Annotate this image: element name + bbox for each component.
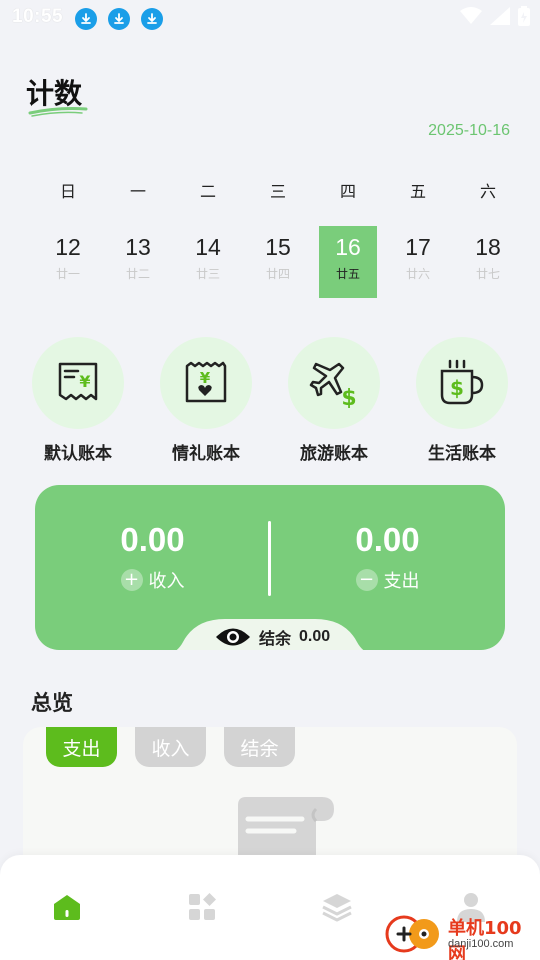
calendar-day[interactable]: 18 廿七 xyxy=(453,226,523,298)
signal-icon xyxy=(490,7,510,25)
income-label: 收入 xyxy=(148,571,185,592)
watermark-logo-icon xyxy=(385,915,439,953)
weekday-label: 五 xyxy=(409,182,426,201)
expense-amount: 0.00 xyxy=(355,521,420,558)
balance-amount: 0.00 xyxy=(299,628,331,645)
home-icon[interactable] xyxy=(51,891,83,923)
calendar-day[interactable]: 12 廿一 xyxy=(33,226,103,298)
watermark-url: danji100.com xyxy=(448,938,514,950)
overview-title: 总览 xyxy=(31,691,73,715)
book-label: 生活账本 xyxy=(428,444,496,464)
balance-summary[interactable]: 结余 0.00 xyxy=(215,625,330,649)
weekday-label: 四 xyxy=(339,182,356,201)
day-number: 12 xyxy=(55,234,81,260)
calendar-day[interactable]: 14 廿三 xyxy=(173,226,243,298)
overview-tabs: 支出 收入 结余 xyxy=(46,727,295,767)
weekday-label: 六 xyxy=(479,182,496,201)
plus-icon: + xyxy=(120,569,143,591)
calendar-day-selected[interactable]: 16 廿五 xyxy=(319,226,377,298)
lunar-date: 廿二 xyxy=(125,267,150,281)
title-underline xyxy=(28,107,88,117)
svg-text:¥: ¥ xyxy=(79,372,90,391)
watermark: 单机100网 danji100.com xyxy=(384,908,534,960)
book-icon-circle: ¥ xyxy=(160,337,252,429)
income-amount: 0.00 xyxy=(120,521,185,558)
day-number: 17 xyxy=(405,234,431,260)
weekday-label: 一 xyxy=(129,182,146,201)
tab-expense[interactable]: 支出 xyxy=(46,727,117,767)
day-number: 13 xyxy=(125,234,151,260)
download-icon xyxy=(75,8,97,30)
lunar-date: 廿四 xyxy=(265,267,290,281)
book-icon-circle: $ xyxy=(416,337,508,429)
empty-receipt-illustration xyxy=(238,797,334,855)
selected-date[interactable]: 2025-10-16 xyxy=(428,122,510,140)
svg-text:$: $ xyxy=(341,386,356,408)
weekday-label: 三 xyxy=(269,182,286,201)
summary-card: 0.00 + 收入 0.00 − 支出 结余 0.00 xyxy=(35,485,505,650)
svg-text:¥: ¥ xyxy=(200,369,211,387)
book-default[interactable]: ¥ 默认账本 xyxy=(23,337,133,464)
book-icon-circle: $ xyxy=(288,337,380,429)
lunar-date: 廿六 xyxy=(405,267,430,281)
book-life[interactable]: $ 生活账本 xyxy=(407,337,517,464)
ledger-books: ¥ 默认账本 ¥ 情礼账本 $ 旅游账本 $ 生活账本 xyxy=(23,337,517,464)
eye-icon[interactable] xyxy=(215,626,251,648)
week-days: 12 廿一 13 廿二 14 廿三 15 廿四 16 廿五 17 廿六 18 廿… xyxy=(33,226,523,298)
minus-icon: − xyxy=(355,569,378,591)
status-time: 10:55 xyxy=(12,6,64,27)
lunar-date: 廿一 xyxy=(55,267,80,281)
download-icon xyxy=(141,8,163,30)
day-number: 15 xyxy=(265,234,291,260)
wifi-icon xyxy=(460,7,482,24)
book-icon-circle: ¥ xyxy=(32,337,124,429)
layers-icon[interactable] xyxy=(321,891,353,923)
lunar-date: 廿三 xyxy=(195,267,220,281)
book-label: 默认账本 xyxy=(44,444,112,464)
calendar-day[interactable]: 15 廿四 xyxy=(243,226,313,298)
expense-label: 支出 xyxy=(383,571,420,592)
expense-summary[interactable]: 0.00 − 支出 xyxy=(270,521,505,593)
calendar-day[interactable]: 17 廿六 xyxy=(383,226,453,298)
watermark-name: 单机100网 xyxy=(448,918,522,960)
book-gift[interactable]: ¥ 情礼账本 xyxy=(151,337,261,464)
tab-balance[interactable]: 结余 xyxy=(224,727,295,767)
weekday-label: 二 xyxy=(199,182,216,201)
bottom-nav: 单机100网 danji100.com xyxy=(0,855,540,960)
tab-income[interactable]: 收入 xyxy=(135,727,206,767)
calendar-day[interactable]: 13 廿二 xyxy=(103,226,173,298)
day-number: 14 xyxy=(195,234,221,260)
weekday-header: 日 一 二 三 四 五 六 xyxy=(33,178,523,202)
download-icon xyxy=(108,8,130,30)
book-label: 旅游账本 xyxy=(300,444,368,464)
lunar-date: 廿七 xyxy=(475,267,500,281)
battery-icon xyxy=(518,6,530,26)
income-summary[interactable]: 0.00 + 收入 xyxy=(35,521,270,593)
book-travel[interactable]: $ 旅游账本 xyxy=(279,337,389,464)
airplane-dollar-icon: $ xyxy=(309,362,357,408)
apps-icon[interactable] xyxy=(186,891,218,923)
status-bar: 10:55 xyxy=(0,0,540,38)
book-label: 情礼账本 xyxy=(172,444,240,464)
svg-text:$: $ xyxy=(450,376,464,400)
coffee-cup-dollar-icon: $ xyxy=(440,359,484,405)
receipt-yen-icon: ¥ xyxy=(58,362,98,401)
balance-label: 结余 xyxy=(259,629,292,648)
gift-receipt-icon: ¥ xyxy=(185,361,227,403)
weekday-label: 日 xyxy=(59,182,76,201)
day-number: 16 xyxy=(335,234,361,260)
day-number: 18 xyxy=(475,234,501,260)
lunar-date: 廿五 xyxy=(335,267,360,281)
